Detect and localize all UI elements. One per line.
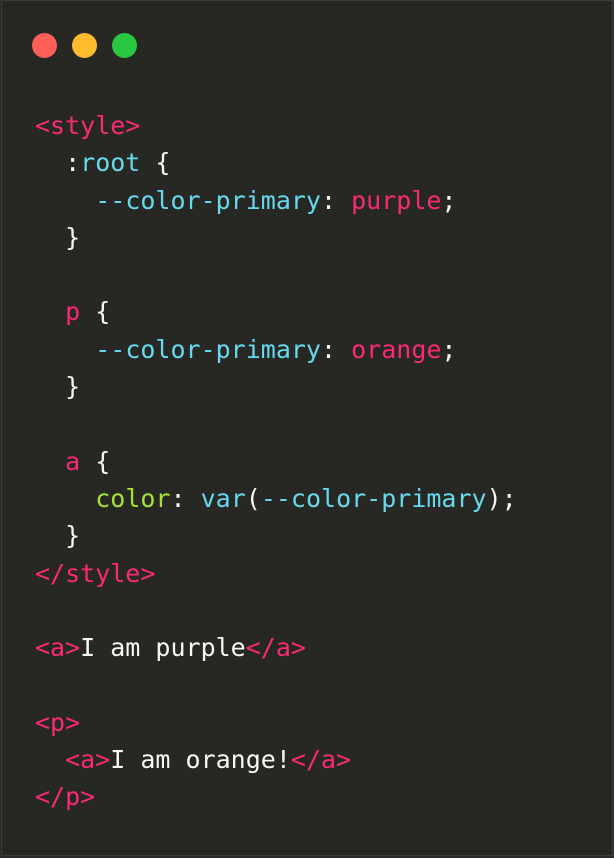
code-line: a {: [35, 443, 517, 480]
code-line: <a>I am purple</a>: [35, 629, 517, 666]
code-token: :: [321, 185, 352, 215]
code-line: --color-primary: orange;: [35, 331, 517, 368]
code-line: <a>I am orange!</a>: [35, 741, 517, 778]
code-token: a: [65, 446, 81, 476]
code-token: :: [321, 334, 352, 364]
code-line: :root {: [35, 144, 517, 181]
code-line: </p>: [35, 778, 517, 815]
code-token: (: [245, 483, 261, 513]
code-line: <p>: [35, 704, 517, 741]
code-token: ;: [441, 185, 457, 215]
code-token: --color-primary: [95, 334, 321, 364]
code-token: {: [80, 446, 111, 476]
code-token: ;: [441, 334, 457, 364]
zoom-dot-icon[interactable]: [112, 33, 137, 58]
code-token: root: [80, 148, 141, 178]
code-token: --color-primary: [95, 185, 321, 215]
code-token: }: [35, 521, 81, 551]
code-token: </a>: [245, 633, 306, 663]
code-line: </style>: [35, 555, 517, 592]
code-token: {: [140, 148, 171, 178]
code-line: }: [35, 219, 517, 256]
code-window: <style> :root { --color-primary: purple;…: [1, 0, 613, 856]
code-token: var: [200, 483, 246, 513]
code-line: --color-primary: purple;: [35, 182, 517, 219]
code-token: color: [95, 483, 171, 513]
code-line: }: [35, 517, 517, 554]
code-token: }: [35, 372, 81, 402]
code-token: purple: [351, 185, 442, 215]
minimize-dot-icon[interactable]: [72, 33, 97, 58]
close-dot-icon[interactable]: [32, 33, 57, 58]
code-token: );: [486, 483, 517, 513]
code-token: <a>: [35, 633, 81, 663]
code-token: --color-primary: [260, 483, 487, 513]
code-token: p: [65, 297, 81, 327]
code-token: }: [35, 222, 81, 252]
code-token: orange: [351, 334, 442, 364]
code-token: :: [170, 483, 201, 513]
code-token: </p>: [35, 782, 96, 812]
window-controls: [32, 33, 137, 58]
code-line: p {: [35, 293, 517, 330]
code-token: </style>: [35, 558, 156, 588]
code-token: </a>: [290, 745, 352, 775]
code-line: }: [35, 368, 517, 405]
code-token: <a>: [65, 745, 111, 775]
code-token: I am orange!: [110, 745, 291, 775]
code-token: I am purple: [80, 633, 246, 663]
code-token: :: [35, 148, 81, 178]
code-token: <style>: [35, 111, 141, 140]
code-token: {: [80, 297, 111, 327]
code-line: <style>: [35, 107, 517, 144]
code-token: <p>: [35, 707, 81, 737]
code-block: <style> :root { --color-primary: purple;…: [35, 107, 517, 816]
code-line: color: var(--color-primary);: [35, 480, 517, 517]
